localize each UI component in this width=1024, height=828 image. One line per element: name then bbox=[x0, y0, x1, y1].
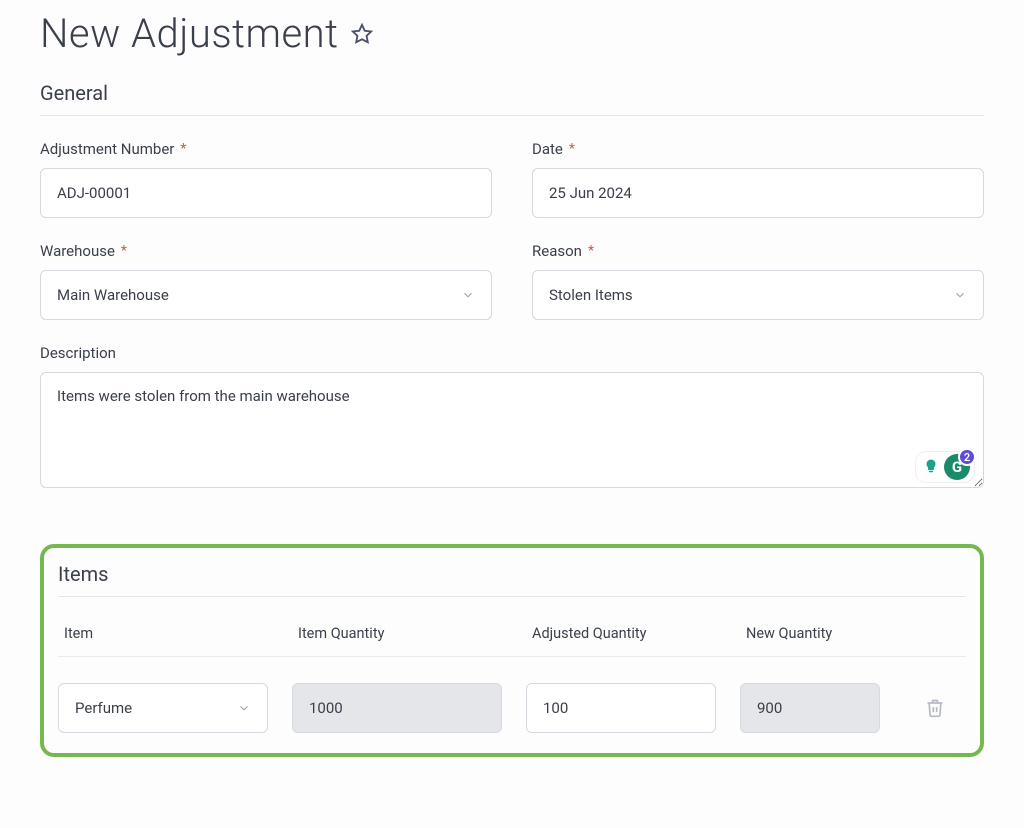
new-quantity-readonly: 900 bbox=[740, 683, 880, 733]
required-marker: * bbox=[121, 243, 127, 259]
page-title: New Adjustment bbox=[40, 10, 339, 57]
item-select[interactable]: Perfume bbox=[58, 683, 268, 733]
warehouse-selected-value: Main Warehouse bbox=[57, 286, 169, 304]
item-quantity-readonly: 1000 bbox=[292, 683, 502, 733]
items-section-title: Items bbox=[58, 562, 966, 597]
date-label: Date bbox=[532, 140, 563, 158]
date-input[interactable] bbox=[532, 168, 984, 218]
warehouse-label: Warehouse bbox=[40, 242, 115, 260]
delete-row-icon[interactable] bbox=[925, 697, 945, 719]
item-selected-value: Perfume bbox=[75, 699, 132, 717]
required-marker: * bbox=[588, 243, 594, 259]
required-marker: * bbox=[569, 141, 575, 157]
adjusted-quantity-input[interactable] bbox=[526, 683, 716, 733]
adjustment-number-label: Adjustment Number bbox=[40, 140, 174, 158]
required-marker: * bbox=[180, 141, 186, 157]
reason-select[interactable]: Stolen Items bbox=[532, 270, 984, 320]
items-header-adj-qty: Adjusted Quantity bbox=[532, 625, 722, 642]
adjustment-number-input[interactable] bbox=[40, 168, 492, 218]
description-textarea[interactable] bbox=[40, 372, 984, 488]
chevron-down-icon bbox=[237, 701, 251, 715]
favorite-star-icon[interactable] bbox=[351, 23, 373, 45]
items-header-new-qty: New Quantity bbox=[746, 625, 886, 642]
general-section-title: General bbox=[40, 81, 984, 116]
reason-label: Reason bbox=[532, 242, 582, 260]
warehouse-select[interactable]: Main Warehouse bbox=[40, 270, 492, 320]
description-label: Description bbox=[40, 344, 116, 362]
reason-selected-value: Stolen Items bbox=[549, 286, 633, 304]
grammarly-count-badge: 2 bbox=[958, 448, 976, 466]
chevron-down-icon bbox=[953, 288, 967, 302]
items-header-item: Item bbox=[64, 625, 274, 642]
suggestion-bulb-icon bbox=[920, 456, 942, 478]
chevron-down-icon bbox=[461, 288, 475, 302]
items-header-item-qty: Item Quantity bbox=[298, 625, 508, 642]
grammarly-widget[interactable]: G 2 bbox=[916, 452, 974, 482]
items-row: Perfume 1000 900 bbox=[58, 683, 966, 733]
